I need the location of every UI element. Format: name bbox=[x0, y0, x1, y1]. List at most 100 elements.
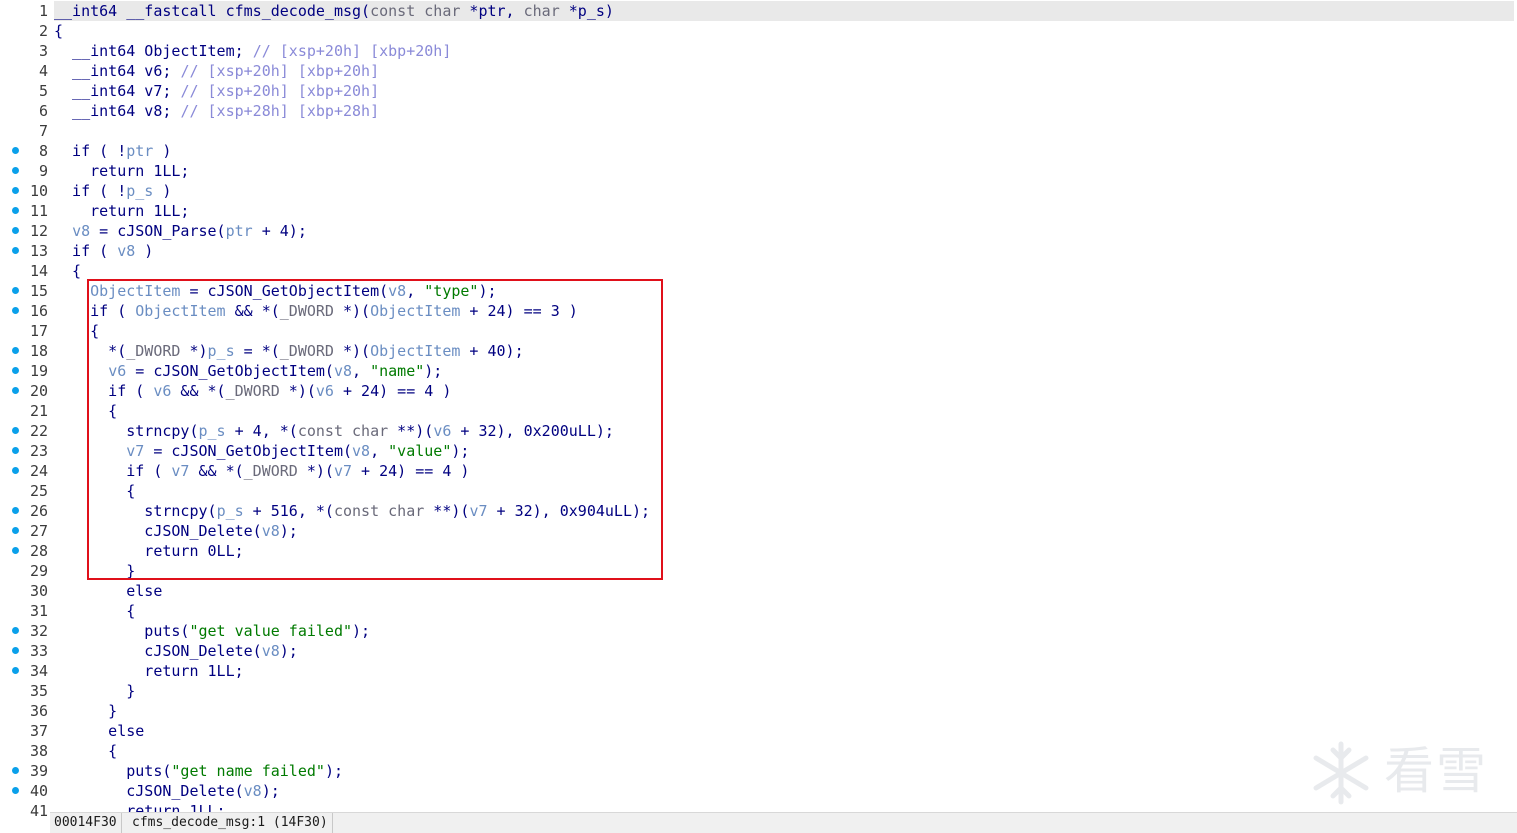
breakpoint-dot-icon[interactable] bbox=[12, 227, 19, 234]
code-line[interactable]: v8 = cJSON_Parse(ptr + 4); bbox=[54, 221, 307, 241]
code-line[interactable]: if ( v8 ) bbox=[54, 241, 153, 261]
breakpoint-dot-icon[interactable] bbox=[12, 247, 19, 254]
code-line[interactable]: } bbox=[54, 681, 135, 701]
gutter-row[interactable]: 5 bbox=[0, 81, 50, 101]
gutter-row[interactable]: 2 bbox=[0, 21, 50, 41]
code-line[interactable]: cJSON_Delete(v8); bbox=[54, 641, 298, 661]
code-token: ); bbox=[261, 782, 280, 800]
line-number: 18 bbox=[29, 342, 48, 360]
breakpoint-dot-icon[interactable] bbox=[12, 447, 19, 454]
code-line[interactable]: puts("get name failed"); bbox=[54, 761, 343, 781]
code-line[interactable]: if ( !ptr ) bbox=[54, 141, 171, 161]
breakpoint-dot-icon[interactable] bbox=[12, 547, 19, 554]
gutter-row[interactable]: 12 bbox=[0, 221, 50, 241]
code-line[interactable]: else bbox=[54, 721, 144, 741]
gutter-row[interactable]: 6 bbox=[0, 101, 50, 121]
breakpoint-dot-icon[interactable] bbox=[12, 627, 19, 634]
breakpoint-dot-icon[interactable] bbox=[12, 287, 19, 294]
gutter-row[interactable]: 35 bbox=[0, 681, 50, 701]
gutter-row[interactable]: 37 bbox=[0, 721, 50, 741]
gutter-row[interactable]: 28 bbox=[0, 541, 50, 561]
gutter-row[interactable]: 21 bbox=[0, 401, 50, 421]
gutter-row[interactable]: 18 bbox=[0, 341, 50, 361]
breakpoint-dot-icon[interactable] bbox=[12, 347, 19, 354]
gutter-row[interactable]: 41 bbox=[0, 801, 50, 821]
gutter-row[interactable]: 14 bbox=[0, 261, 50, 281]
breakpoint-dot-icon[interactable] bbox=[12, 387, 19, 394]
gutter-row[interactable]: 13 bbox=[0, 241, 50, 261]
line-number: 20 bbox=[29, 382, 48, 400]
breakpoint-dot-icon[interactable] bbox=[12, 667, 19, 674]
breakpoint-dot-icon[interactable] bbox=[12, 367, 19, 374]
code-line[interactable]: if ( !p_s ) bbox=[54, 181, 171, 201]
code-line[interactable]: puts("get value failed"); bbox=[54, 621, 370, 641]
code-line[interactable]: return 1LL; bbox=[54, 161, 189, 181]
code-token: char bbox=[523, 2, 560, 20]
line-number: 9 bbox=[38, 162, 48, 180]
gutter-row[interactable]: 23 bbox=[0, 441, 50, 461]
gutter-row[interactable]: 32 bbox=[0, 621, 50, 641]
gutter-row[interactable]: 16 bbox=[0, 301, 50, 321]
gutter-row[interactable]: 20 bbox=[0, 381, 50, 401]
code-line[interactable]: { bbox=[54, 741, 117, 761]
code-line[interactable]: return 1LL; bbox=[54, 201, 189, 221]
gutter-row[interactable]: 22 bbox=[0, 421, 50, 441]
gutter-row[interactable]: 30 bbox=[0, 581, 50, 601]
code-line[interactable]: { bbox=[54, 601, 135, 621]
breakpoint-dot-icon[interactable] bbox=[12, 467, 19, 474]
code-line[interactable]: } bbox=[54, 701, 117, 721]
breakpoint-dot-icon[interactable] bbox=[12, 147, 19, 154]
gutter-row[interactable]: 40 bbox=[0, 781, 50, 801]
gutter-row[interactable]: 11 bbox=[0, 201, 50, 221]
gutter-row[interactable]: 33 bbox=[0, 641, 50, 661]
gutter-row[interactable]: 9 bbox=[0, 161, 50, 181]
code-token: cJSON_Delete( bbox=[54, 642, 262, 660]
gutter-row[interactable]: 24 bbox=[0, 461, 50, 481]
gutter-row[interactable]: 25 bbox=[0, 481, 50, 501]
gutter-row[interactable]: 15 bbox=[0, 281, 50, 301]
code-line[interactable]: { bbox=[54, 261, 81, 281]
gutter-row[interactable]: 38 bbox=[0, 741, 50, 761]
gutter-row[interactable]: 29 bbox=[0, 561, 50, 581]
breakpoint-dot-icon[interactable] bbox=[12, 207, 19, 214]
gutter-row[interactable]: 31 bbox=[0, 601, 50, 621]
gutter-row[interactable]: 19 bbox=[0, 361, 50, 381]
gutter-row[interactable]: 7 bbox=[0, 121, 50, 141]
breakpoint-dot-icon[interactable] bbox=[12, 787, 19, 794]
code-line[interactable]: __int64 ObjectItem; // [xsp+20h] [xbp+20… bbox=[54, 41, 451, 61]
breakpoint-dot-icon[interactable] bbox=[12, 167, 19, 174]
code-token: ptr bbox=[126, 142, 154, 160]
gutter-row[interactable]: 4 bbox=[0, 61, 50, 81]
line-number: 29 bbox=[29, 562, 48, 580]
breakpoint-dot-icon[interactable] bbox=[12, 507, 19, 514]
breakpoint-dot-icon[interactable] bbox=[12, 307, 19, 314]
breakpoint-dot-icon[interactable] bbox=[12, 647, 19, 654]
gutter-row[interactable]: 34 bbox=[0, 661, 50, 681]
gutter-row[interactable]: 1 bbox=[0, 1, 50, 21]
gutter-row[interactable]: 27 bbox=[0, 521, 50, 541]
code-line[interactable]: __int64 v6; // [xsp+20h] [xbp+20h] bbox=[54, 61, 379, 81]
line-number: 37 bbox=[29, 722, 48, 740]
line-number: 32 bbox=[29, 622, 48, 640]
code-line[interactable]: { bbox=[54, 21, 63, 41]
gutter-row[interactable]: 3 bbox=[0, 41, 50, 61]
breakpoint-dot-icon[interactable] bbox=[12, 767, 19, 774]
gutter-row[interactable]: 36 bbox=[0, 701, 50, 721]
breakpoint-dot-icon[interactable] bbox=[12, 427, 19, 434]
gutter-row[interactable]: 8 bbox=[0, 141, 50, 161]
gutter-row[interactable]: 10 bbox=[0, 181, 50, 201]
code-line[interactable]: return 1LL; bbox=[54, 801, 225, 812]
code-line[interactable]: return 1LL; bbox=[54, 661, 243, 681]
code-line[interactable]: __int64 v7; // [xsp+20h] [xbp+20h] bbox=[54, 81, 379, 101]
code-line[interactable]: cJSON_Delete(v8); bbox=[54, 781, 280, 801]
gutter-row[interactable]: 39 bbox=[0, 761, 50, 781]
gutter-row[interactable]: 26 bbox=[0, 501, 50, 521]
code-token: __int64 v8; bbox=[54, 102, 181, 120]
code-line[interactable]: else bbox=[54, 581, 162, 601]
code-line[interactable]: __int64 v8; // [xsp+28h] [xbp+28h] bbox=[54, 101, 379, 121]
line-number-gutter[interactable]: 1 2 3 4 5 6 7 8 9 10 11 12 13 14 15 16 17 18 19 20 21 22 23 24 2… bbox=[0, 0, 50, 833]
code-line[interactable]: __int64 __fastcall cfms_decode_msg(const… bbox=[54, 1, 614, 21]
breakpoint-dot-icon[interactable] bbox=[12, 527, 19, 534]
breakpoint-dot-icon[interactable] bbox=[12, 187, 19, 194]
gutter-row[interactable]: 17 bbox=[0, 321, 50, 341]
